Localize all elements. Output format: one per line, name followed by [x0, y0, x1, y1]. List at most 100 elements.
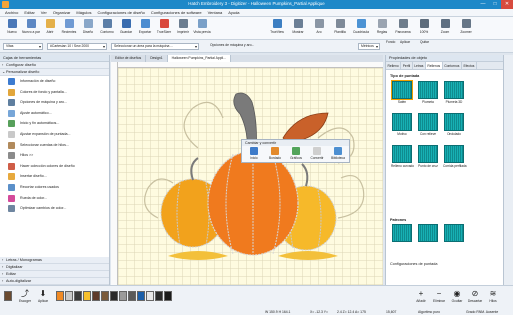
view-button-1[interactable]: Mostrar [289, 19, 307, 38]
hilos-button[interactable]: ≋ Hilos [484, 289, 502, 303]
menu-ayuda[interactable]: Ayuda [228, 10, 239, 15]
stitch-type-tile[interactable]: Ondulado [443, 113, 465, 136]
toolbox-item[interactable]: Información de diseño [0, 76, 109, 87]
convertir-button[interactable]: Convertir [307, 147, 327, 160]
menu-editar[interactable]: Editar [24, 10, 34, 15]
menu-archivo[interactable]: Archivo [5, 10, 18, 15]
view-button-7[interactable]: 100% [415, 19, 433, 38]
thread-color-swatch[interactable] [101, 291, 109, 301]
maximize-button[interactable]: □ [489, 0, 501, 9]
stitch-type-tile[interactable]: Satén [391, 80, 413, 104]
aplicar-color-button[interactable]: ⬇ Aplicar [34, 289, 52, 303]
menu-ventana[interactable]: Ventana [208, 10, 223, 15]
view-button-4[interactable]: Cuadrícula [352, 19, 370, 38]
stitch-type-tile[interactable]: Motivo [391, 113, 413, 136]
view-button-2[interactable]: Aro [310, 19, 328, 38]
thread-color-swatch[interactable] [74, 291, 82, 301]
aplicar-button[interactable]: Aplicar [400, 40, 410, 44]
menu-config-diseno[interactable]: Configuraciones de diseño [98, 10, 145, 15]
escoger-button[interactable]: ⤴ Escoger [16, 289, 34, 303]
minimize-button[interactable]: — [477, 0, 489, 9]
thread-color-swatch[interactable] [128, 291, 136, 301]
view-button-3[interactable]: Plantilla [331, 19, 349, 38]
design-grid[interactable] [118, 68, 383, 285]
toolbar-button-8[interactable]: TrueSizer [155, 19, 173, 38]
menu-ver[interactable]: Ver [41, 10, 47, 15]
toolbox-item[interactable]: Opciones de máquina y aro... [0, 97, 109, 108]
toolbox-item[interactable]: Hilos >> [0, 150, 109, 161]
toolbar-button-1[interactable]: Nuevo a partir de [22, 19, 40, 38]
toolbar-button-6[interactable]: Guardar [117, 19, 135, 38]
toolbox-item[interactable]: Rueda de color... [0, 193, 109, 204]
stitch-type-tile[interactable]: Plumeta [417, 81, 439, 104]
pattern-tile[interactable] [417, 224, 439, 242]
toolbar-button-3[interactable]: Recientes [60, 19, 78, 38]
group-bottom[interactable]: Editar [0, 271, 109, 278]
group-bottom[interactable]: Auto-digitalizar [0, 278, 109, 285]
tab-halloween[interactable]: Halloween Pumpkins_Partial Appli... [167, 55, 231, 62]
machine-options-link[interactable]: Opciones de máquina y aro... [210, 43, 254, 47]
tab-contornos[interactable]: Contornos [443, 62, 462, 69]
view-button-5[interactable]: Reglas [373, 19, 391, 38]
ocultar-button[interactable]: ◉ Ocultar [448, 289, 466, 303]
group-personalizar-diseno[interactable]: Personalizar diseño [0, 69, 109, 76]
thread-color-swatch[interactable] [92, 291, 100, 301]
thread-color-swatch[interactable] [4, 291, 12, 301]
toolbar-button-5[interactable]: Contorno [98, 19, 116, 38]
thread-color-swatch[interactable] [83, 291, 91, 301]
menu-organizar[interactable]: Organizar [53, 10, 71, 15]
view-button-8[interactable]: Zoom [436, 19, 454, 38]
stitch-type-tile[interactable]: Relleno curvado [391, 145, 414, 168]
tab-perfil[interactable]: Perfil [401, 62, 413, 69]
quitar-button[interactable]: Quitar [420, 40, 429, 44]
tab-editor[interactable]: Editor de diseños [111, 55, 147, 62]
close-button[interactable]: ✕ [501, 0, 513, 9]
stitch-type-tile[interactable]: Plumeta 3D [443, 81, 465, 104]
pumpkin-design[interactable] [118, 68, 383, 285]
stitch-type-tile[interactable]: Corrida perfilada [443, 145, 467, 168]
toolbox-item[interactable]: Hacer colección colores de diseño [0, 161, 109, 172]
toolbox-item[interactable]: Recortar colores usados [0, 182, 109, 193]
thread-color-swatch[interactable] [119, 291, 127, 301]
toolbox-item[interactable]: Ajustar expansión de puntada... [0, 129, 109, 140]
stitch-type-tile[interactable]: Con relieve [417, 113, 439, 136]
tab-design1[interactable]: Design1 [146, 55, 168, 62]
toolbox-item[interactable]: Seleccionar cuerdas de hilos... [0, 140, 109, 151]
tab-relleno[interactable]: Relleno [386, 62, 402, 69]
toolbar-button-7[interactable]: Exportar [136, 19, 154, 38]
stitch-settings-heading[interactable]: Configuraciones de puntada [386, 262, 503, 266]
stitch-type-tile[interactable]: Punto de cruz [417, 145, 439, 168]
toolbar-button-2[interactable]: Abrir [41, 19, 59, 38]
view-button-6[interactable]: Panorama [394, 19, 412, 38]
toolbox-item[interactable]: Optimizar cambios de color... [0, 203, 109, 214]
units-select[interactable]: Métricos [358, 43, 380, 50]
thread-color-swatch[interactable] [146, 291, 154, 301]
toolbar-button-4[interactable]: Diseño [79, 19, 97, 38]
toolbox-item[interactable]: Inicio y fin automáticos... [0, 118, 109, 129]
tab-rellenos[interactable]: Rellenos [425, 62, 443, 69]
toolbox-item[interactable]: Colores de fondo y pantalla... [0, 87, 109, 98]
thread-color-swatch[interactable] [56, 291, 64, 301]
group-bottom[interactable]: Letras / Monogramas [0, 257, 109, 264]
inicio-button[interactable]: Inicio [244, 147, 264, 160]
pattern-tile[interactable] [443, 224, 465, 242]
menu-maquina[interactable]: Mágulos [76, 10, 91, 15]
view-button-9[interactable]: Zoomer [457, 19, 475, 38]
tab-letras[interactable]: Letras [413, 62, 426, 69]
view-button-0[interactable]: TrueView [268, 19, 286, 38]
font-select[interactable]: Vitas [3, 43, 43, 50]
side-tab-strip[interactable] [503, 55, 513, 285]
hoop-select[interactable]: #Cartesian 10 / Sew 2000 [47, 43, 107, 50]
pattern-tile[interactable] [391, 224, 413, 242]
group-bottom[interactable]: Digitalizar [0, 264, 109, 271]
biblioteca-button[interactable]: Biblioteca [328, 147, 348, 160]
thread-color-swatch[interactable] [110, 291, 118, 301]
toolbox-item[interactable]: Insertar diseño... [0, 171, 109, 182]
group-configurar-diseno[interactable]: Configurar diseño [0, 62, 109, 69]
menu-config-software[interactable]: Configuraciones de software [151, 10, 202, 15]
thread-color-swatch[interactable] [155, 291, 163, 301]
area-select[interactable]: Seleccionar un área para la máquina ... [111, 43, 199, 50]
vertical-ruler[interactable] [111, 62, 118, 285]
bordado-button[interactable]: Bordado [265, 147, 285, 160]
graficos-button[interactable]: Gráficos [286, 147, 306, 160]
